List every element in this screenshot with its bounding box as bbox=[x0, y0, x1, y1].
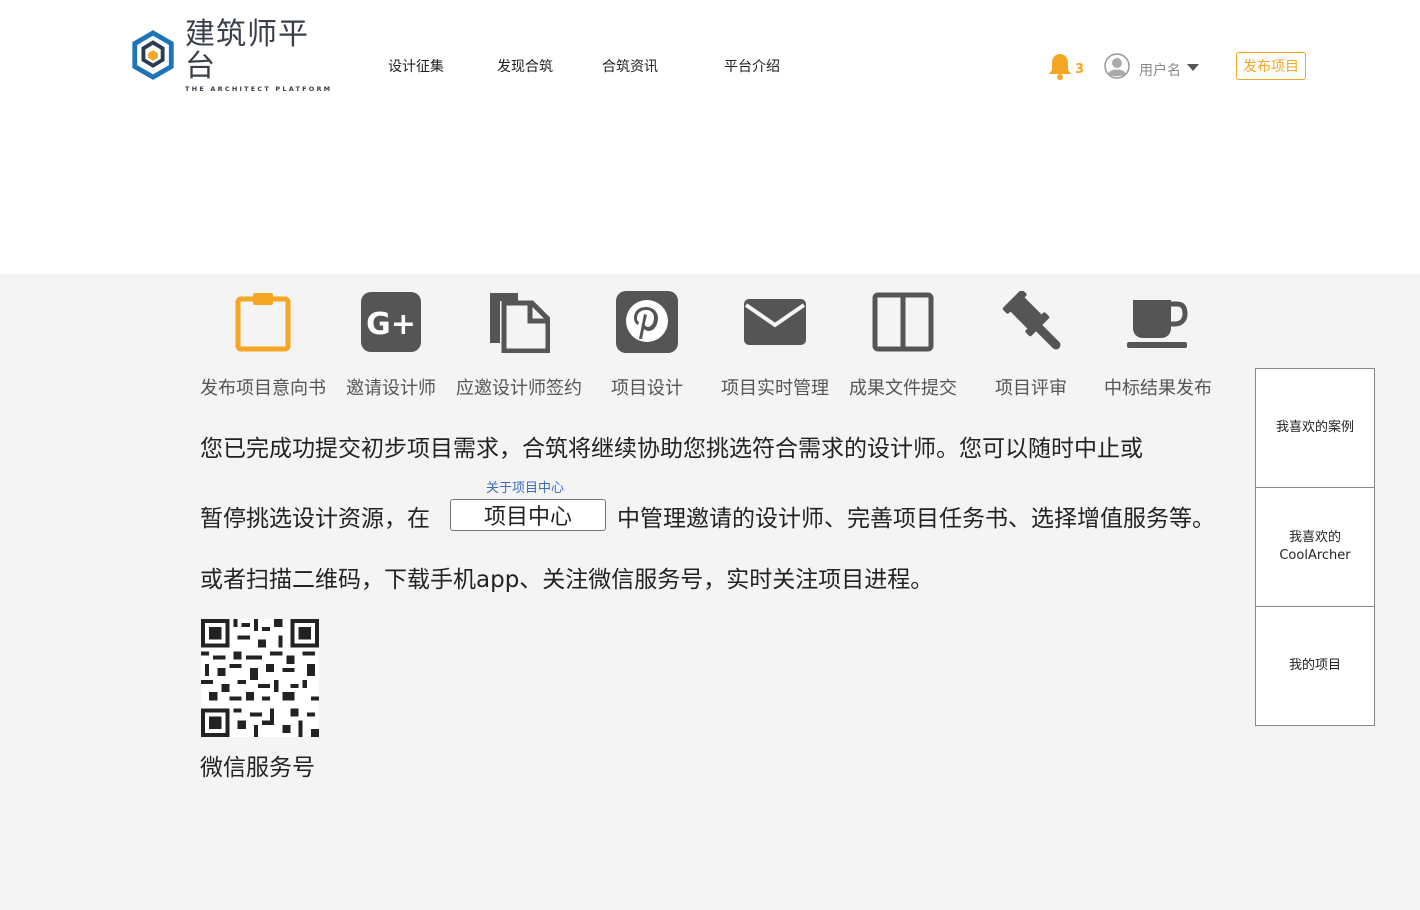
message-line-2-before: 暂停挑选设计资源，在 bbox=[200, 506, 430, 532]
columns-icon bbox=[871, 290, 935, 354]
main-content: 发布项目意向书 G+ 邀请设计师 应邀设计师签约 项目设计 项目实时管理 成果文… bbox=[0, 274, 1420, 910]
logo-hexagon-icon bbox=[132, 30, 174, 80]
chevron-down-icon[interactable] bbox=[1187, 64, 1199, 71]
step-publish-intent[interactable]: 发布项目意向书 bbox=[199, 290, 327, 400]
bell-icon[interactable] bbox=[1047, 52, 1073, 80]
google-plus-icon: G+ bbox=[359, 290, 423, 354]
step-result-announce[interactable]: 中标结果发布 bbox=[1102, 290, 1214, 400]
avatar-icon[interactable] bbox=[1104, 53, 1130, 79]
clipboard-icon bbox=[231, 290, 295, 354]
step-label: 成果文件提交 bbox=[849, 378, 957, 399]
publish-project-button[interactable]: 发布项目 bbox=[1236, 52, 1306, 80]
message-line-1: 您已完成功提交初步项目需求，合筑将继续协助您挑选符合需求的设计师。您可以随时中止… bbox=[200, 436, 1143, 462]
step-label: 项目评审 bbox=[995, 378, 1067, 399]
coffee-cup-icon bbox=[1126, 290, 1190, 354]
project-center-button[interactable]: 项目中心 bbox=[450, 499, 606, 531]
site-logo[interactable]: 建筑师平台 THE ARCHITECT PLATFORM bbox=[129, 19, 334, 93]
top-header: 建筑师平台 THE ARCHITECT PLATFORM 设计征集 发现合筑 合… bbox=[0, 0, 1420, 274]
step-deliverable-submit[interactable]: 成果文件提交 bbox=[847, 290, 959, 400]
envelope-icon bbox=[743, 290, 807, 354]
pinterest-icon bbox=[615, 290, 679, 354]
step-label: 项目设计 bbox=[611, 378, 683, 399]
message-line-3: 或者扫描二维码，下载手机app、关注微信服务号，实时关注项目进程。 bbox=[200, 567, 934, 593]
logo-title: 建筑师平台 bbox=[185, 17, 310, 84]
step-label: 发布项目意向书 bbox=[200, 378, 326, 399]
step-designer-contract[interactable]: 应邀设计师签约 bbox=[455, 290, 583, 400]
nav-discover[interactable]: 发现合筑 bbox=[497, 56, 553, 76]
gavel-icon bbox=[999, 290, 1063, 354]
side-favorite-coolarcher[interactable]: 我喜欢的 CoolArcher bbox=[1255, 487, 1375, 607]
nav-design-collection[interactable]: 设计征集 bbox=[388, 56, 444, 76]
step-label: 应邀设计师签约 bbox=[456, 378, 582, 399]
step-label: 项目实时管理 bbox=[721, 378, 829, 399]
nav-news[interactable]: 合筑资讯 bbox=[602, 56, 658, 76]
side-my-projects[interactable]: 我的项目 bbox=[1255, 606, 1375, 726]
notification-count: 3 bbox=[1075, 62, 1085, 77]
step-label: 邀请设计师 bbox=[346, 378, 436, 399]
logo-subtitle: THE ARCHITECT PLATFORM bbox=[185, 85, 333, 93]
step-realtime-management[interactable]: 项目实时管理 bbox=[711, 290, 839, 400]
step-project-design[interactable]: 项目设计 bbox=[599, 290, 695, 400]
documents-icon bbox=[487, 290, 551, 354]
step-invite-designer[interactable]: G+ 邀请设计师 bbox=[343, 290, 439, 400]
username[interactable]: 用户名 bbox=[1139, 60, 1181, 80]
qr-label: 微信服务号 bbox=[200, 755, 315, 781]
step-project-review[interactable]: 项目评审 bbox=[983, 290, 1079, 400]
side-favorite-cases[interactable]: 我喜欢的案例 bbox=[1255, 368, 1375, 488]
nav-about[interactable]: 平台介绍 bbox=[724, 56, 780, 76]
qr-code-image bbox=[201, 619, 319, 737]
side-panel: 我喜欢的案例 我喜欢的 CoolArcher 我的项目 bbox=[1255, 368, 1375, 726]
message-line-2-after: 中管理邀请的设计师、完善项目任务书、选择增值服务等。 bbox=[617, 506, 1215, 532]
svg-text:G+: G+ bbox=[366, 307, 416, 342]
project-center-hint: 关于项目中心 bbox=[486, 481, 565, 496]
step-label: 中标结果发布 bbox=[1104, 378, 1212, 399]
